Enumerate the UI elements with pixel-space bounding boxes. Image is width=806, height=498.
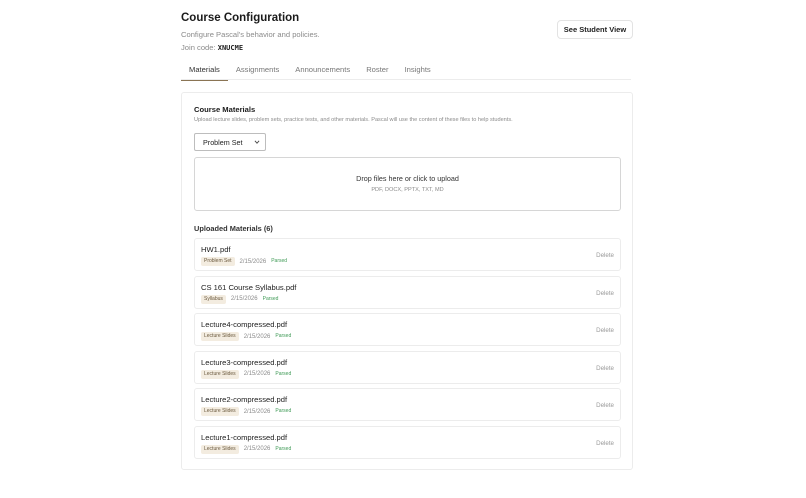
file-name: Lecture4-compressed.pdf	[201, 320, 288, 330]
file-type-badge: Problem Set	[201, 257, 235, 266]
file-name: Lecture2-compressed.pdf	[201, 395, 288, 405]
file-date: 2/15/2026	[243, 333, 271, 340]
list-item: CS 161 Course Syllabus.pdf Syllabus 2/15…	[194, 275, 621, 309]
file-date: 2/15/2026	[243, 446, 271, 453]
delete-button[interactable]: Delete	[596, 326, 614, 335]
section-description: Upload lecture slides, problem sets, pra…	[194, 117, 513, 123]
join-code-line: Join code: XNUCME	[181, 42, 633, 54]
file-date: 2/15/2026	[243, 408, 271, 415]
join-code-value: XNUCME	[217, 44, 244, 52]
delete-button[interactable]: Delete	[596, 289, 614, 298]
dropzone-formats: PDF, DOCX, PPTX, TXT, MD	[371, 187, 444, 193]
materials-card: Course Materials Upload lecture slides, …	[181, 92, 633, 470]
tab-bar: Materials Assignments Announcements Rost…	[181, 61, 631, 81]
tab-announcements[interactable]: Announcements	[287, 61, 358, 80]
file-type-badge: Syllabus	[201, 294, 226, 304]
file-meta: Lecture Slides 2/15/2026 Parsed	[201, 407, 292, 417]
list-item: Lecture1-compressed.pdf Lecture Slides 2…	[194, 425, 621, 459]
file-meta: Problem Set 2/15/2026 Parsed	[201, 257, 287, 266]
material-type-value: Problem Set	[203, 137, 243, 147]
file-meta: Lecture Slides 2/15/2026 Parsed	[201, 444, 292, 454]
list-item: HW1.pdf Problem Set 2/15/2026 Parsed Del…	[194, 238, 621, 271]
file-meta: Syllabus 2/15/2026 Parsed	[201, 294, 279, 304]
file-type-badge: Lecture Slides	[201, 407, 239, 417]
file-date: 2/15/2026	[243, 371, 271, 378]
file-date: 2/15/2026	[239, 258, 267, 265]
file-name: Lecture3-compressed.pdf	[201, 357, 288, 367]
dropzone-title: Drop files here or click to upload	[356, 174, 459, 183]
file-date: 2/15/2026	[230, 296, 258, 303]
file-name: Lecture1-compressed.pdf	[201, 432, 288, 442]
file-type-badge: Lecture Slides	[201, 332, 239, 342]
status-badge: Parsed	[275, 333, 292, 340]
file-type-badge: Lecture Slides	[201, 369, 239, 379]
section-title: Course Materials	[194, 105, 256, 114]
list-item: Lecture2-compressed.pdf Lecture Slides 2…	[194, 388, 621, 422]
file-dropzone[interactable]: Drop files here or click to upload PDF, …	[194, 157, 621, 211]
file-meta: Lecture Slides 2/15/2026 Parsed	[201, 369, 292, 379]
tab-roster[interactable]: Roster	[358, 61, 396, 80]
file-name: CS 161 Course Syllabus.pdf	[201, 282, 297, 292]
chevron-down-icon	[254, 140, 260, 144]
tab-materials[interactable]: Materials	[181, 61, 228, 81]
status-badge: Parsed	[275, 370, 292, 377]
status-badge: Parsed	[275, 445, 292, 452]
status-badge: Parsed	[275, 408, 292, 415]
status-badge: Parsed	[271, 258, 288, 264]
uploaded-materials-title: Uploaded Materials (6)	[194, 224, 273, 233]
delete-button[interactable]: Delete	[596, 401, 614, 410]
materials-list: HW1.pdf Problem Set 2/15/2026 Parsed Del…	[194, 238, 621, 464]
list-item: Lecture4-compressed.pdf Lecture Slides 2…	[194, 313, 621, 347]
tab-assignments[interactable]: Assignments	[228, 61, 287, 80]
join-code-label: Join code:	[181, 43, 216, 52]
delete-button[interactable]: Delete	[596, 251, 614, 260]
file-meta: Lecture Slides 2/15/2026 Parsed	[201, 332, 292, 342]
delete-button[interactable]: Delete	[596, 364, 614, 373]
material-type-select[interactable]: Problem Set	[194, 133, 266, 151]
delete-button[interactable]: Delete	[596, 439, 614, 448]
status-badge: Parsed	[262, 295, 279, 302]
see-student-view-button[interactable]: See Student View	[557, 20, 633, 39]
tab-insights[interactable]: Insights	[397, 61, 439, 80]
file-type-badge: Lecture Slides	[201, 444, 239, 454]
file-name: HW1.pdf	[201, 245, 231, 254]
list-item: Lecture3-compressed.pdf Lecture Slides 2…	[194, 350, 621, 384]
